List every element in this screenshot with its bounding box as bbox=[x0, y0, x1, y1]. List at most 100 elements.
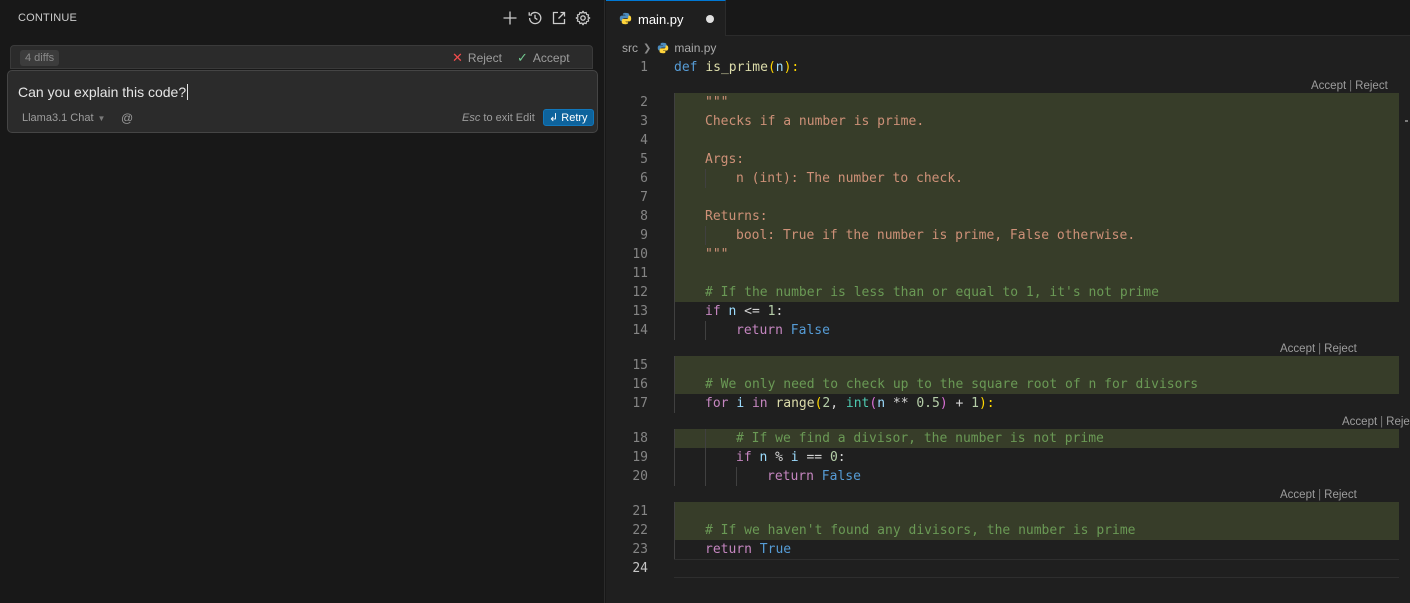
open-in-new-icon[interactable] bbox=[550, 9, 568, 27]
hunk-actions: Accept|Reject bbox=[1280, 489, 1357, 501]
hunk-reject-button[interactable]: Reject bbox=[1355, 80, 1388, 92]
line-number: 3 bbox=[640, 114, 648, 129]
hunk-actions: Accept|Reject bbox=[1342, 414, 1410, 430]
code-line: 8 Returns: bbox=[606, 207, 1400, 226]
code-text: def is_prime(n): bbox=[674, 60, 800, 75]
line-number: 5 bbox=[640, 152, 648, 167]
code-text: if n <= 1: bbox=[705, 304, 784, 319]
accept-all-label: Accept bbox=[532, 51, 570, 65]
code-text: Checks if a number is prime. bbox=[705, 114, 925, 129]
code-line: 9 bool: True if the number is prime, Fal… bbox=[606, 226, 1400, 245]
hunk-actions: Accept|Reject bbox=[1311, 80, 1388, 92]
code-line: 23 return True bbox=[606, 540, 1400, 559]
tab-main-py[interactable]: main.py bbox=[606, 0, 726, 36]
code-text: # If the number is less than or equal to… bbox=[705, 285, 1159, 300]
tab-label: main.py bbox=[638, 12, 684, 27]
model-select[interactable]: Llama3.1 Chat ▼ bbox=[22, 112, 105, 124]
line-number: 18 bbox=[632, 431, 648, 446]
code-line: 21 bbox=[606, 502, 1400, 521]
code-line: 19 if n % i == 0: bbox=[606, 448, 1400, 467]
tab-bar: main.py bbox=[606, 0, 1410, 36]
code-line: 17 for i in range(2, int(n ** 0.5) + 1): bbox=[606, 394, 1400, 413]
chat-input-box[interactable]: Can you explain this code? Llama3.1 Chat… bbox=[7, 70, 598, 133]
continue-panel: CONTINUE 4 diffs ✕ Reject ✓ Accept Can y… bbox=[0, 0, 605, 603]
accept-all-button[interactable]: ✓ Accept bbox=[517, 49, 570, 67]
line-number: 17 bbox=[632, 396, 648, 411]
code-line: 10 """ bbox=[606, 245, 1400, 264]
line-number: 24 bbox=[632, 561, 648, 576]
esc-hint-text: to exit Edit bbox=[483, 112, 535, 124]
check-icon: ✓ bbox=[517, 50, 528, 65]
code-line: 7 bbox=[606, 188, 1400, 207]
line-number: 10 bbox=[632, 247, 648, 262]
line-number: 12 bbox=[632, 285, 648, 300]
code-text: return False bbox=[767, 469, 861, 484]
enter-icon: ↲ bbox=[549, 112, 559, 124]
line-number: 14 bbox=[632, 323, 648, 338]
line-number: 9 bbox=[640, 228, 648, 243]
hunk-accept-button[interactable]: Accept bbox=[1280, 489, 1315, 501]
line-number: 4 bbox=[640, 133, 648, 148]
line-number: 15 bbox=[632, 358, 648, 373]
code-text: # We only need to check up to the square… bbox=[705, 377, 1199, 392]
code-line: 1 def is_prime(n): bbox=[606, 58, 1400, 77]
code-text: for i in range(2, int(n ** 0.5) + 1): bbox=[705, 396, 995, 411]
code-line: 3 Checks if a number is prime. bbox=[606, 112, 1400, 131]
esc-hint: Esc to exit Edit bbox=[462, 112, 535, 124]
code-text: return False bbox=[736, 323, 830, 338]
chat-input[interactable]: Can you explain this code? bbox=[18, 84, 189, 100]
unsaved-dot-icon[interactable] bbox=[706, 15, 714, 23]
retry-button[interactable]: ↲ Retry bbox=[543, 109, 594, 126]
code-line: 4 bbox=[606, 131, 1400, 150]
text-caret bbox=[187, 84, 189, 100]
breadcrumb-item-src[interactable]: src bbox=[622, 41, 638, 55]
hunk-accept-button[interactable]: Accept bbox=[1342, 416, 1377, 428]
code-area[interactable]: 1 def is_prime(n): Accept | Reject 2 """ 3… bbox=[606, 58, 1410, 603]
hunk-reject-button[interactable]: Reject bbox=[1324, 343, 1357, 355]
code-text: n (int): The number to check. bbox=[736, 171, 963, 186]
code-text: # If we haven't found any divisors, the … bbox=[705, 523, 1136, 538]
line-number: 13 bbox=[632, 304, 648, 319]
at-mention-button[interactable]: @ bbox=[121, 111, 133, 125]
close-icon: ✕ bbox=[452, 50, 463, 65]
line-number: 2 bbox=[640, 95, 648, 110]
hunk-reject-button[interactable]: Reject bbox=[1386, 416, 1410, 428]
line-number: 20 bbox=[632, 469, 648, 484]
hunk-accept-button[interactable]: Accept bbox=[1280, 343, 1315, 355]
plus-icon[interactable] bbox=[501, 9, 519, 27]
code-line: 5 Args: bbox=[606, 150, 1400, 169]
hunk-accept-button[interactable]: Accept bbox=[1311, 80, 1346, 92]
line-number: 16 bbox=[632, 377, 648, 392]
code-line: 22 # If we haven't found any divisors, t… bbox=[606, 521, 1400, 540]
code-text: Args: bbox=[705, 152, 745, 167]
chevron-right-icon: ❯ bbox=[643, 42, 652, 54]
code-text: return True bbox=[705, 542, 792, 557]
esc-key: Esc bbox=[462, 112, 481, 124]
code-line: 18 # If we find a divisor, the number is… bbox=[606, 429, 1400, 448]
python-file-icon bbox=[619, 12, 632, 25]
scrollbar-marker bbox=[1405, 120, 1408, 122]
hunk-actions: Accept|Reject bbox=[1280, 343, 1357, 355]
code-text: """ bbox=[705, 95, 729, 110]
code-line: 20 return False bbox=[606, 467, 1400, 486]
current-line-highlight bbox=[674, 559, 1399, 578]
line-number: 21 bbox=[632, 504, 648, 519]
code-line: 14 return False bbox=[606, 321, 1400, 340]
diff-count-badge: 4 diffs bbox=[20, 50, 60, 66]
line-number: 1 bbox=[640, 60, 648, 75]
line-number: 6 bbox=[640, 171, 648, 186]
python-file-icon bbox=[658, 42, 669, 54]
history-icon[interactable] bbox=[526, 9, 544, 27]
code-text: # If we find a divisor, the number is no… bbox=[736, 431, 1104, 446]
line-number: 23 bbox=[632, 542, 648, 557]
code-text: Returns: bbox=[705, 209, 768, 224]
line-number: 19 bbox=[632, 450, 648, 465]
code-line: 13 if n <= 1: bbox=[606, 302, 1400, 321]
breadcrumb-item-main-py[interactable]: main.py bbox=[674, 41, 716, 55]
line-number: 8 bbox=[640, 209, 648, 224]
code-line: 16 # We only need to check up to the squ… bbox=[606, 375, 1400, 394]
gear-icon[interactable] bbox=[574, 9, 592, 27]
chevron-down-icon: ▼ bbox=[97, 114, 106, 123]
reject-all-button[interactable]: ✕ Reject bbox=[452, 49, 502, 67]
hunk-reject-button[interactable]: Reject bbox=[1324, 489, 1357, 501]
